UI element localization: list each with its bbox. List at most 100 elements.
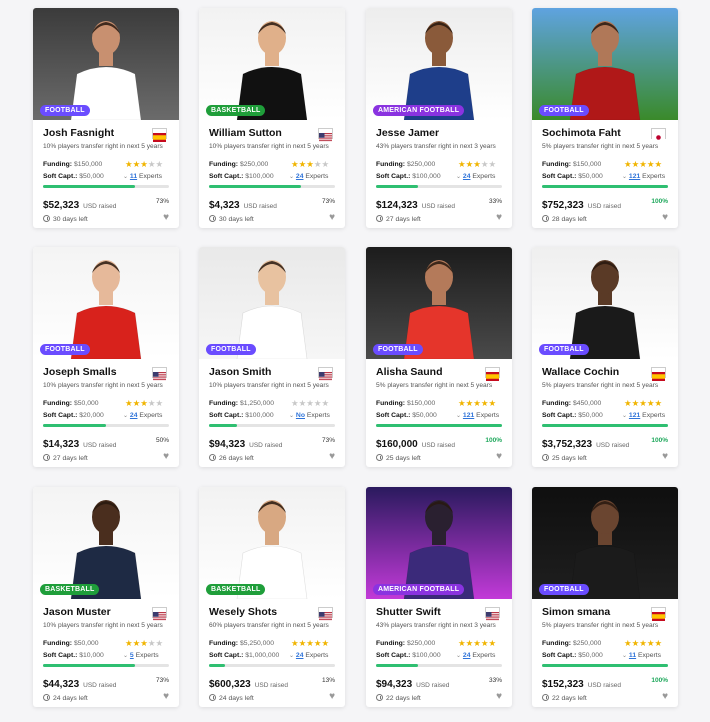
player-name[interactable]: Jason Muster [43,606,111,618]
experts-number[interactable]: 24 [296,652,304,659]
experts-count[interactable]: ⌄ 11 Experts [123,173,162,180]
heart-icon[interactable]: ♥ [662,212,668,223]
funding-label: Funding: [209,161,239,168]
experts-number[interactable]: 121 [629,412,640,419]
star-icon: ★ [140,159,148,169]
funded-percent: 100% [651,198,668,205]
experts-count[interactable]: ⌄ No Experts [289,412,330,419]
funding-progress-bar [542,185,668,188]
experts-number[interactable]: 121 [463,412,474,419]
heart-icon[interactable]: ♥ [662,451,668,462]
experts-count[interactable]: ⌄ 24 Experts [456,173,495,180]
usd-raised-label: USD raised [83,442,117,449]
chevron-down-icon: ⌄ [123,653,129,659]
star-icon: ★ [646,159,655,169]
heart-icon[interactable]: ♥ [662,691,668,702]
experts-count[interactable]: ⌄ 24 Experts [289,652,328,659]
soft-capt-label: Soft Capt.: [376,173,411,180]
experts-number[interactable]: 11 [629,652,636,659]
experts-count[interactable]: ⌄ 121 Experts [622,173,665,180]
player-photo[interactable] [366,487,512,599]
experts-count[interactable]: ⌄ 24 Experts [123,412,162,419]
heart-icon[interactable]: ♥ [496,451,502,462]
player-card[interactable]: AMERICAN FOOTBALL Shutter Swift 43% player… [366,487,512,707]
days-left-text: 28 days left [552,216,587,223]
player-card[interactable]: BASKETBALL Jason Muster 10% players transf… [33,487,179,707]
player-photo[interactable] [33,8,179,120]
player-photo[interactable] [366,247,512,359]
player-name[interactable]: Jesse Jamer [376,127,439,139]
funding-progress-bar [376,424,502,427]
player-name[interactable]: Josh Fasnight [43,127,114,139]
player-name[interactable]: William Sutton [209,127,282,139]
player-name[interactable]: Jason Smith [209,366,271,378]
experts-number[interactable]: 5 [130,652,134,659]
player-photo[interactable] [366,8,512,120]
heart-icon[interactable]: ♥ [329,451,335,462]
usa-flag-icon [152,607,167,621]
heart-icon[interactable]: ♥ [329,691,335,702]
experts-number[interactable]: 24 [130,412,138,419]
player-name[interactable]: Wallace Cochin [542,366,619,378]
star-icon: ★ [488,159,497,169]
player-card[interactable]: FOOTBALL Sochimota Faht 5% players transfe… [532,8,678,228]
player-card[interactable]: FOOTBALL Alisha Saund 5% players transfer … [366,247,512,467]
funding-value: $150,000 [572,161,602,168]
chevron-down-icon: ⌄ [123,174,129,180]
rating-stars: ★★★★★ [624,159,662,170]
star-icon: ★ [624,159,632,169]
funding-progress-bar [43,424,169,427]
experts-count[interactable]: ⌄ 11 Experts [622,652,661,659]
player-photo[interactable] [199,487,345,599]
heart-icon[interactable]: ♥ [163,451,169,462]
player-photo[interactable] [532,8,678,120]
heart-icon[interactable]: ♥ [163,691,169,702]
player-card[interactable]: FOOTBALL Jason Smith 10% players transfer … [199,247,345,467]
player-name[interactable]: Simon smana [542,606,610,618]
experts-count[interactable]: ⌄ 121 Experts [456,412,499,419]
funding-row: Funding: $150,000 [542,161,601,168]
player-photo[interactable] [532,247,678,359]
player-name[interactable]: Alisha Saund [376,366,443,378]
player-name[interactable]: Shutter Swift [376,606,441,618]
experts-count[interactable]: ⌄ 5 Experts [123,652,159,659]
player-card[interactable]: FOOTBALL Wallace Cochin 5% players transfe… [532,247,678,467]
player-name[interactable]: Wesely Shots [209,606,277,618]
player-photo[interactable] [33,487,179,599]
experts-number[interactable]: 24 [296,173,304,180]
player-card[interactable]: AMERICAN FOOTBALL Jesse Jamer 43% players … [366,8,512,228]
player-card[interactable]: BASKETBALL William Sutton 10% players tran… [199,8,345,228]
star-icon: ★ [140,638,148,648]
experts-number[interactable]: 11 [130,173,137,180]
player-photo[interactable] [199,247,345,359]
sport-badge: FOOTBALL [539,344,589,355]
heart-icon[interactable]: ♥ [496,691,502,702]
experts-count[interactable]: ⌄ 24 Experts [456,652,495,659]
funding-progress-fill [542,664,668,667]
experts-number[interactable]: No [296,412,305,419]
experts-number[interactable]: 121 [629,173,640,180]
experts-number[interactable]: 24 [463,652,471,659]
star-icon: ★ [306,638,314,648]
funding-label: Funding: [209,640,239,647]
experts-number[interactable]: 24 [463,173,471,180]
experts-label: Experts [476,412,500,419]
experts-count[interactable]: ⌄ 121 Experts [622,412,665,419]
heart-icon[interactable]: ♥ [163,212,169,223]
star-icon: ★ [306,398,314,408]
player-card[interactable]: FOOTBALL Simon smana 5% players transfer r… [532,487,678,707]
player-photo[interactable] [199,8,345,120]
experts-count[interactable]: ⌄ 24 Experts [289,173,328,180]
raised-amount: $94,323 [209,439,246,450]
player-photo[interactable] [33,247,179,359]
heart-icon[interactable]: ♥ [496,212,502,223]
player-card[interactable]: FOOTBALL Josh Fasnight 10% players transfe… [33,8,179,228]
player-card[interactable]: FOOTBALL Joseph Smalls 10% players transfe… [33,247,179,467]
player-name[interactable]: Joseph Smalls [43,366,117,378]
player-name[interactable]: Sochimota Faht [542,127,621,139]
heart-icon[interactable]: ♥ [329,212,335,223]
transfer-terms: 5% players transfer right in next 5 year… [542,622,659,629]
player-photo[interactable] [532,487,678,599]
star-icon: ★ [458,638,466,648]
player-card[interactable]: BASKETBALL Wesely Shots 60% players transf… [199,487,345,707]
